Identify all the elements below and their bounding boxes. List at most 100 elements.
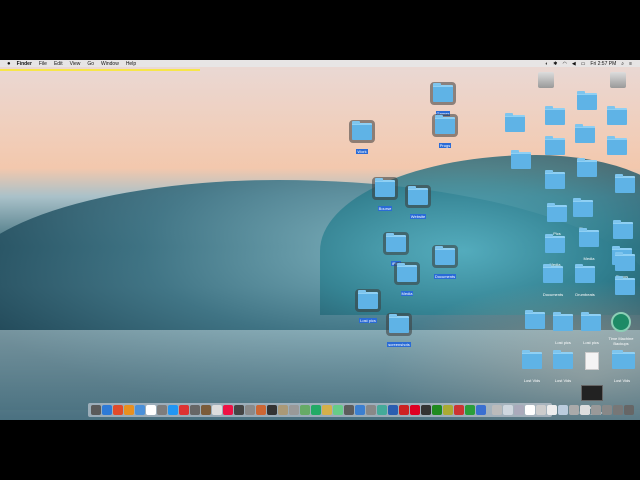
wifi-icon[interactable]: ◠: [562, 61, 566, 67]
dock-app-icon-6[interactable]: [157, 405, 167, 415]
dock-app-icon-34[interactable]: [465, 405, 475, 415]
menu-app-finder[interactable]: Finder: [17, 61, 32, 67]
dock-app-icon-2[interactable]: [113, 405, 123, 415]
desktop-folder-extra-6[interactable]: [602, 136, 632, 155]
volume-icon[interactable]: ◀: [572, 61, 576, 67]
dock-app-icon-26[interactable]: [377, 405, 387, 415]
selected-folder-6[interactable]: Documents: [430, 245, 460, 283]
timemachine-item-2[interactable]: Time Machine Backups: [606, 312, 636, 350]
bluetooth-icon[interactable]: ✱: [553, 61, 557, 67]
dock-app-icon-25[interactable]: [366, 405, 376, 415]
menu-help[interactable]: Help: [126, 61, 136, 67]
dock-app-icon-4[interactable]: [135, 405, 145, 415]
drive-item-0[interactable]: [531, 72, 561, 88]
desktop-folder-extra-9[interactable]: [572, 158, 602, 177]
dock-app-icon-10[interactable]: [201, 405, 211, 415]
desktop-folder-10[interactable]: Lost Vids: [517, 350, 547, 387]
dock-folder-icon-6[interactable]: [558, 405, 568, 415]
desktop-folder-extra-4[interactable]: [540, 136, 570, 155]
dock-app-icon-35[interactable]: [476, 405, 486, 415]
desktop-folder-extra-2[interactable]: [572, 91, 602, 110]
dock-app-icon-31[interactable]: [432, 405, 442, 415]
dock-app-icon-8[interactable]: [179, 405, 189, 415]
dock-folder-icon-2[interactable]: [514, 405, 524, 415]
dock-app-icon-33[interactable]: [454, 405, 464, 415]
selected-folder-9[interactable]: screenshots: [384, 313, 414, 351]
desktop-folder-6[interactable]: Documents: [538, 264, 568, 301]
dock-app-icon-14[interactable]: [245, 405, 255, 415]
dock-app-icon-18[interactable]: [289, 405, 299, 415]
dock-app-icon-17[interactable]: [278, 405, 288, 415]
menu-file[interactable]: File: [39, 61, 47, 67]
dock-app-icon-22[interactable]: [333, 405, 343, 415]
selected-folder-3[interactable]: Bourse: [370, 177, 400, 215]
spotlight-icon[interactable]: ⌕: [621, 61, 624, 67]
dock-app-icon-0[interactable]: [91, 405, 101, 415]
dock-app-icon-24[interactable]: [355, 405, 365, 415]
desktop-folder-extra-0[interactable]: [500, 113, 530, 132]
dock-app-icon-20[interactable]: [311, 405, 321, 415]
dock-app-icon-13[interactable]: [234, 405, 244, 415]
selected-folder-4[interactable]: Website: [403, 185, 433, 223]
desktop-folder-extra-7[interactable]: [506, 150, 536, 169]
menu-go[interactable]: Go: [87, 61, 94, 67]
menu-window[interactable]: Window: [101, 61, 119, 67]
dock-folder-icon-11[interactable]: [613, 405, 623, 415]
dock-folder-icon-3[interactable]: [525, 405, 535, 415]
doc-item-3[interactable]: [577, 352, 607, 370]
desktop-folder-extra-11[interactable]: [610, 252, 640, 271]
desktop-folder-11[interactable]: Lost Vids: [548, 350, 578, 387]
desktop-folder-extra-1[interactable]: [540, 106, 570, 125]
dock-app-icon-32[interactable]: [443, 405, 453, 415]
dock-app-icon-7[interactable]: [168, 405, 178, 415]
notification-center-icon[interactable]: ≡: [629, 61, 632, 67]
selected-folder-2[interactable]: Work: [347, 120, 377, 158]
desktop-folder-extra-5[interactable]: [570, 124, 600, 143]
desktop-folder-extra-3[interactable]: [602, 106, 632, 125]
dock-app-icon-12[interactable]: [223, 405, 233, 415]
desktop-folder-3[interactable]: Media: [574, 228, 604, 265]
menu-view[interactable]: View: [70, 61, 81, 67]
menu-edit[interactable]: Edit: [54, 61, 63, 67]
dock-folder-icon-1[interactable]: [503, 405, 513, 415]
dock-folder-icon-0[interactable]: [492, 405, 502, 415]
dock-folder-icon-5[interactable]: [547, 405, 557, 415]
desktop-folder-extra-10[interactable]: [610, 174, 640, 193]
trash-icon[interactable]: [624, 405, 634, 415]
dock-app-icon-19[interactable]: [300, 405, 310, 415]
dock-app-icon-23[interactable]: [344, 405, 354, 415]
desktop-folder-extra-8[interactable]: [540, 170, 570, 189]
dock-app-icon-3[interactable]: [124, 405, 134, 415]
selected-folder-7[interactable]: Media: [392, 262, 422, 300]
dock-app-icon-28[interactable]: [399, 405, 409, 415]
battery-icon[interactable]: ▭: [581, 61, 586, 67]
dock-app-icon-1[interactable]: [102, 405, 112, 415]
apple-menu-icon[interactable]: ●: [7, 61, 11, 67]
status-icon[interactable]: ◐: [545, 61, 548, 67]
desktop-folder-extra-12[interactable]: [610, 276, 640, 295]
dock-folder-icon-8[interactable]: [580, 405, 590, 415]
dock-app-icon-27[interactable]: [388, 405, 398, 415]
selected-folder-0[interactable]: Games: [428, 82, 458, 120]
selected-folder-8[interactable]: Lost pics: [353, 289, 383, 327]
desktop-folder-8[interactable]: Lost pics: [548, 312, 578, 349]
desktop-folder-extra-14[interactable]: [610, 350, 640, 369]
desktop-folder-extra-13[interactable]: [520, 310, 550, 329]
dock-app-icon-21[interactable]: [322, 405, 332, 415]
dock-folder-icon-4[interactable]: [536, 405, 546, 415]
dock-app-icon-29[interactable]: [410, 405, 420, 415]
dock-app-icon-15[interactable]: [256, 405, 266, 415]
desktop-folder-7[interactable]: Drumbeats: [570, 264, 600, 301]
drive-item-1[interactable]: [603, 72, 633, 88]
dock-folder-icon-10[interactable]: [602, 405, 612, 415]
dock-app-icon-5[interactable]: [146, 405, 156, 415]
desktop-folder-9[interactable]: Lost pics: [576, 312, 606, 349]
selected-folder-1[interactable]: Progs: [430, 114, 460, 152]
dock-app-icon-16[interactable]: [267, 405, 277, 415]
dock-app-icon-11[interactable]: [212, 405, 222, 415]
dock-app-icon-9[interactable]: [190, 405, 200, 415]
menu-clock[interactable]: Fri 2:57 PM: [590, 61, 616, 67]
dock-folder-icon-7[interactable]: [569, 405, 579, 415]
dock-folder-icon-9[interactable]: [591, 405, 601, 415]
dock-app-icon-30[interactable]: [421, 405, 431, 415]
